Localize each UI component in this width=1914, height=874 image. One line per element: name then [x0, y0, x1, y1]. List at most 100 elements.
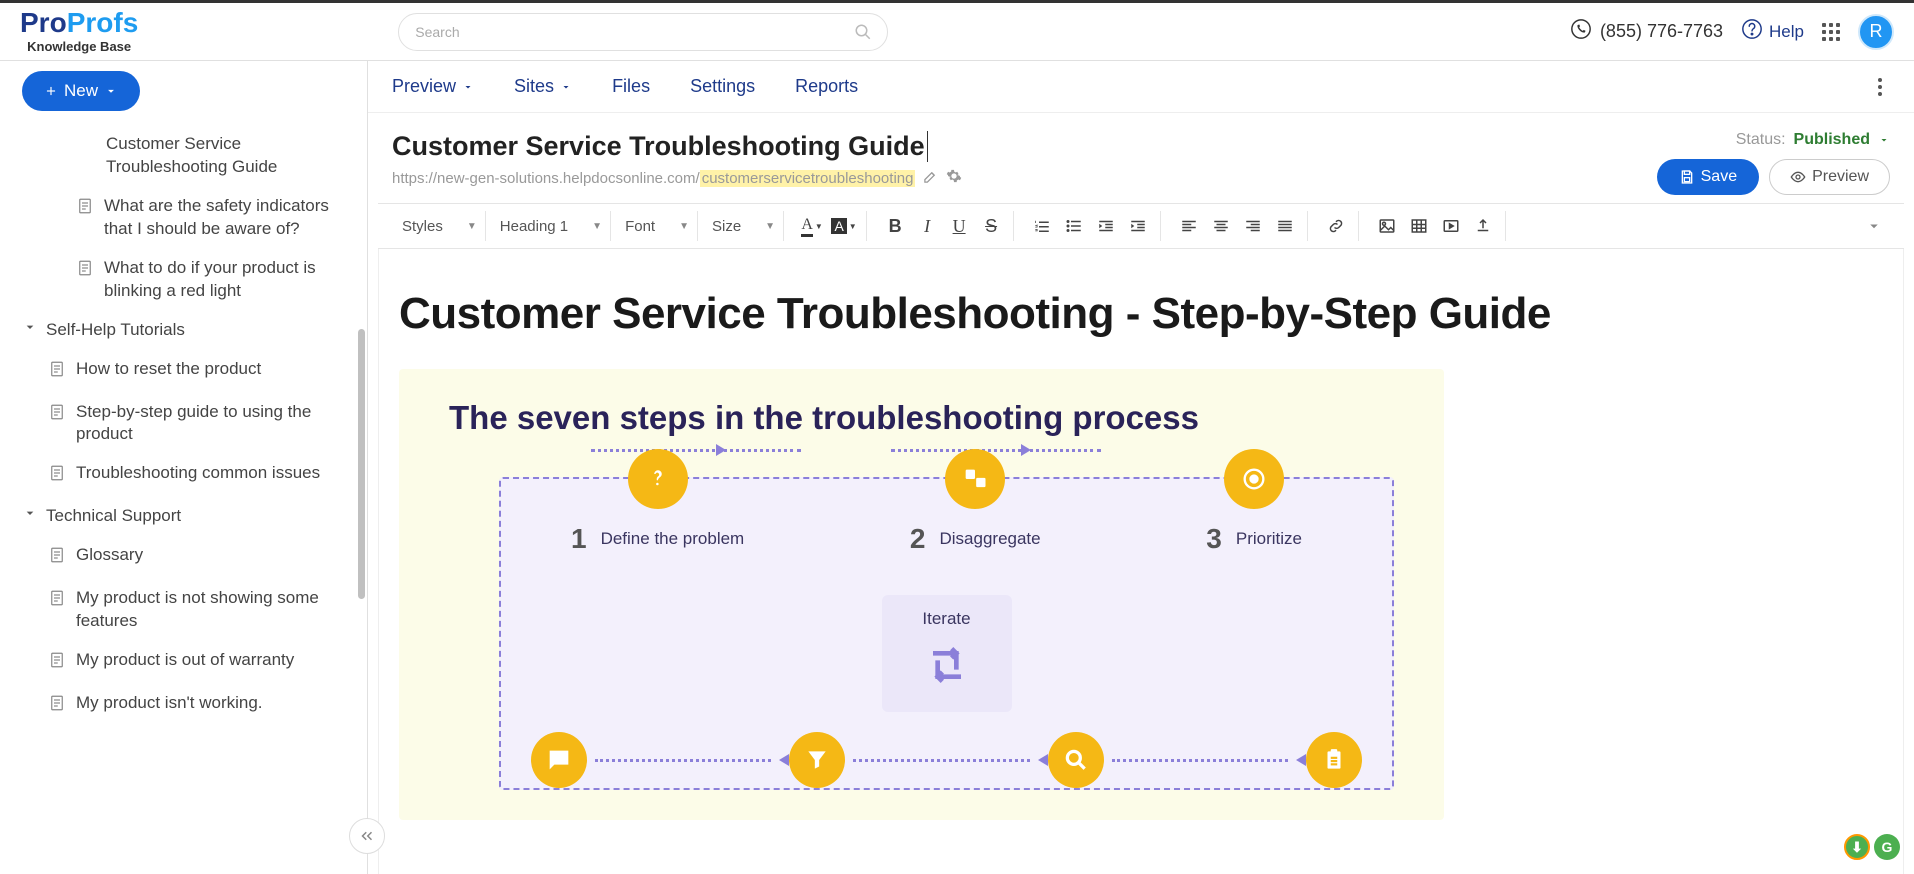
link-button[interactable]	[1322, 212, 1350, 240]
table-button[interactable]	[1405, 212, 1433, 240]
tab-label: Preview	[392, 76, 456, 97]
text-color-button[interactable]: A▼	[798, 212, 826, 240]
outdent-button[interactable]	[1092, 212, 1120, 240]
step-number: 1	[571, 523, 587, 555]
status-row[interactable]: Status: Published	[1736, 131, 1890, 149]
tab-settings[interactable]: Settings	[690, 76, 755, 97]
eye-icon	[1790, 169, 1806, 185]
tree-item[interactable]: What are the safety indicators that I sh…	[0, 187, 367, 249]
editor-content[interactable]: Customer Service Troubleshooting - Step-…	[378, 249, 1904, 874]
bg-color-button[interactable]: A▼	[830, 212, 858, 240]
new-button[interactable]: New	[22, 71, 140, 111]
step-circle-2	[945, 449, 1005, 509]
tree-category-tech-support[interactable]: Technical Support	[0, 497, 367, 536]
infographic: The seven steps in the troubleshooting p…	[399, 369, 1444, 820]
image-button[interactable]	[1373, 212, 1401, 240]
video-button[interactable]	[1437, 212, 1465, 240]
step-number: 2	[910, 523, 926, 555]
styles-dropdown[interactable]: Styles▼	[402, 218, 477, 235]
tree-item[interactable]: Troubleshooting common issues	[0, 454, 367, 497]
tab-sites[interactable]: Sites	[514, 76, 572, 97]
status-value: Published	[1794, 131, 1870, 149]
apps-icon[interactable]	[1822, 23, 1840, 41]
chevron-down-icon	[462, 81, 474, 93]
tree-item[interactable]: What to do if your product is blinking a…	[0, 249, 367, 311]
search-icon[interactable]	[854, 23, 872, 46]
tree-item[interactable]: Step-by-step guide to using the product	[0, 393, 367, 455]
strikethrough-button[interactable]: S	[977, 212, 1005, 240]
nav-tree: Customer Service Troubleshooting Guide W…	[0, 119, 367, 733]
tree-category-label: Self-Help Tutorials	[46, 319, 185, 342]
floating-badges: ⬇ G	[1844, 834, 1900, 860]
tree-item-label: Troubleshooting common issues	[76, 462, 320, 485]
document-icon	[48, 589, 66, 614]
step-label: Define the problem	[601, 529, 745, 549]
tree-item-label: Step-by-step guide to using the product	[76, 401, 347, 447]
page-url: https://new-gen-solutions.helpdocsonline…	[392, 168, 1657, 188]
align-right-button[interactable]	[1239, 212, 1267, 240]
bold-button[interactable]: B	[881, 212, 909, 240]
help-link[interactable]: Help	[1741, 18, 1804, 45]
step-circle-7	[531, 732, 587, 788]
align-center-button[interactable]	[1207, 212, 1235, 240]
chevron-down-icon	[560, 81, 572, 93]
tree-item[interactable]: My product is not showing some features	[0, 579, 367, 641]
tree-item[interactable]: My product is out of warranty	[0, 641, 367, 684]
tab-preview[interactable]: Preview	[392, 76, 474, 97]
italic-button[interactable]: I	[913, 212, 941, 240]
sidebar: New Customer Service Troubleshooting Gui…	[0, 61, 368, 874]
chat-icon	[545, 746, 573, 774]
size-dropdown[interactable]: Size▼	[712, 218, 775, 235]
tree-category-self-help[interactable]: Self-Help Tutorials	[0, 311, 367, 350]
logo[interactable]: ProProfs Knowledge Base	[20, 9, 138, 54]
document-icon	[76, 197, 94, 222]
phone-number[interactable]: (855) 776-7763	[1570, 18, 1723, 45]
size-label: Size	[712, 218, 741, 235]
font-dropdown[interactable]: Font▼	[625, 218, 689, 235]
tree-item[interactable]: My product isn't working.	[0, 684, 367, 727]
tree-item-label: My product is not showing some features	[76, 587, 347, 633]
page-title-input[interactable]: Customer Service Troubleshooting Guide	[392, 131, 928, 162]
chevron-down-icon	[104, 84, 118, 98]
tree-item[interactable]: Customer Service Troubleshooting Guide	[0, 125, 367, 187]
gear-icon[interactable]	[946, 168, 962, 188]
document-icon	[48, 694, 66, 719]
top-tabs: Preview Sites Files Settings Reports	[368, 61, 1914, 113]
phone-text: (855) 776-7763	[1600, 21, 1723, 42]
preview-label: Preview	[1812, 168, 1869, 186]
tab-files[interactable]: Files	[612, 76, 650, 97]
user-avatar[interactable]: R	[1858, 14, 1894, 50]
underline-button[interactable]: U	[945, 212, 973, 240]
steps-box: 1Define the problem 2Disaggregate 3Prior…	[499, 477, 1394, 790]
target-icon	[1240, 465, 1268, 493]
indent-button[interactable]	[1124, 212, 1152, 240]
upload-button[interactable]	[1469, 212, 1497, 240]
align-justify-button[interactable]	[1271, 212, 1299, 240]
step-circle-4	[1306, 732, 1362, 788]
preview-button[interactable]: Preview	[1769, 159, 1890, 195]
more-menu-icon[interactable]	[1870, 70, 1890, 104]
tree-item-label: My product isn't working.	[76, 692, 263, 715]
numbered-list-button[interactable]	[1028, 212, 1056, 240]
search-icon	[1063, 747, 1089, 773]
infographic-title: The seven steps in the troubleshooting p…	[449, 399, 1394, 437]
tree-item[interactable]: How to reset the product	[0, 350, 367, 393]
url-slug[interactable]: customerservicetroubleshooting	[700, 170, 916, 187]
tree-item-label: My product is out of warranty	[76, 649, 294, 672]
grammarly-badge-1[interactable]: ⬇	[1844, 834, 1870, 860]
clipboard-icon	[1321, 747, 1347, 773]
tree-item[interactable]: Glossary	[0, 536, 367, 579]
save-button[interactable]: Save	[1657, 159, 1759, 195]
grammarly-badge-2[interactable]: G	[1874, 834, 1900, 860]
collapse-sidebar-button[interactable]	[349, 818, 385, 854]
main-area: Preview Sites Files Settings Reports Cus…	[368, 61, 1914, 874]
scrollbar[interactable]	[358, 329, 365, 599]
search-input[interactable]	[398, 13, 888, 51]
expand-toolbar-button[interactable]	[1860, 212, 1888, 240]
bullet-list-button[interactable]	[1060, 212, 1088, 240]
heading-dropdown[interactable]: Heading 1▼	[500, 218, 602, 235]
edit-url-icon[interactable]	[923, 169, 938, 188]
align-left-button[interactable]	[1175, 212, 1203, 240]
tab-reports[interactable]: Reports	[795, 76, 858, 97]
tab-label: Sites	[514, 76, 554, 97]
